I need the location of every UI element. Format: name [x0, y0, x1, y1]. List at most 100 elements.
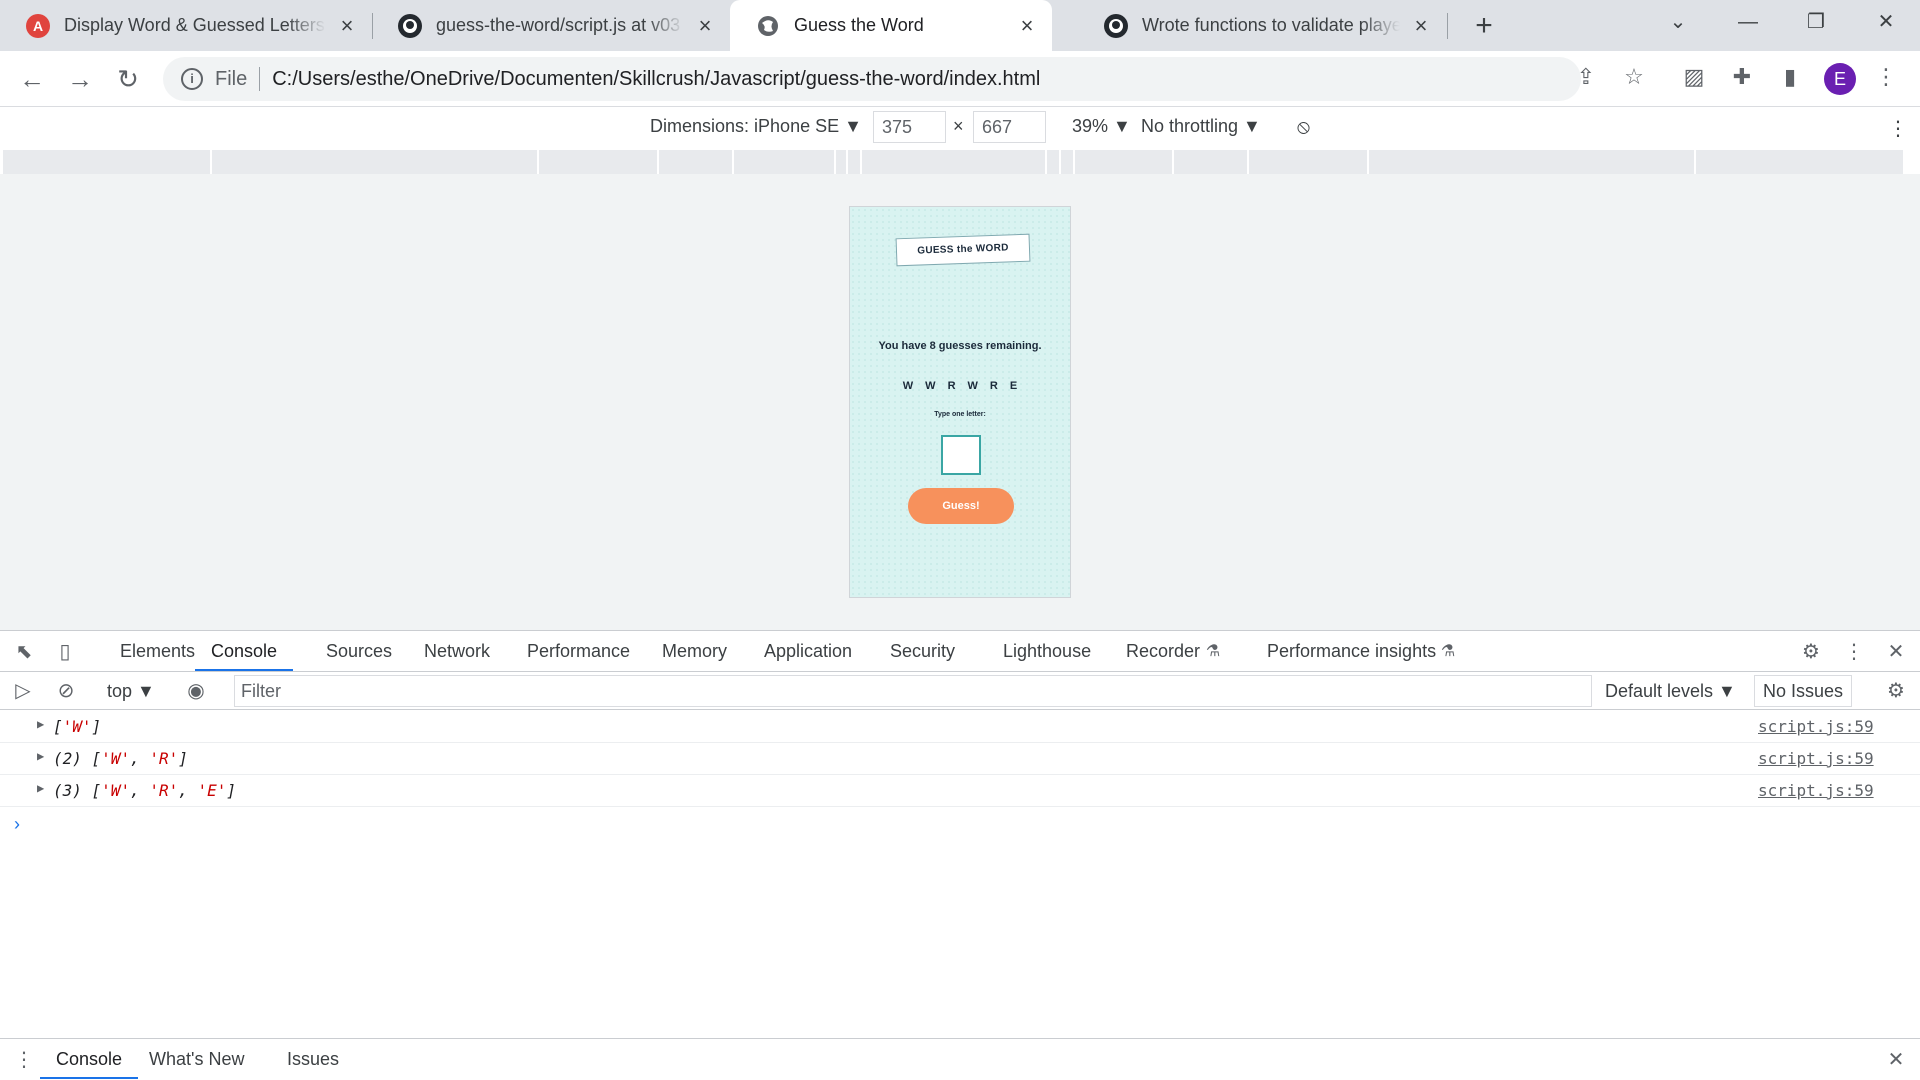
console-log-row[interactable]: ▶ (3) ['W', 'R', 'E'] script.js:59: [0, 775, 1920, 807]
browser-menu-icon[interactable]: ⋮: [1870, 61, 1902, 93]
file-scheme-label: File: [215, 67, 248, 90]
devtools-drawer: ⋮ Console What's New Issues ✕: [0, 1038, 1920, 1080]
tab-application[interactable]: Application: [764, 631, 852, 671]
back-arrow-icon[interactable]: ←: [14, 61, 50, 97]
height-input[interactable]: 667: [973, 111, 1046, 143]
device-toggle-icon[interactable]: ▯: [52, 639, 78, 665]
tab-separator: [1447, 13, 1448, 39]
tab-strip: A Display Word & Guessed Letters × guess…: [0, 0, 1920, 51]
throttling-select[interactable]: No throttling ▼: [1141, 116, 1261, 137]
console-settings-gear-icon[interactable]: ⚙: [1883, 678, 1909, 704]
tab-performance-insights[interactable]: Performance insights: [1267, 631, 1436, 671]
restore-icon[interactable]: ❐: [1786, 0, 1846, 44]
window-close-icon[interactable]: ✕: [1856, 0, 1916, 44]
console-log-row[interactable]: ▶ ['W'] script.js:59: [0, 711, 1920, 743]
bookmark-star-icon[interactable]: ☆: [1618, 61, 1650, 93]
browser-tab-github-commit[interactable]: Wrote functions to validate player ×: [1078, 0, 1446, 51]
zoom-select[interactable]: 39% ▼: [1072, 116, 1131, 137]
context-select[interactable]: top ▼: [107, 678, 155, 704]
close-tab-icon[interactable]: ×: [1016, 14, 1038, 37]
word-in-progress: W W R W R E: [850, 380, 1070, 392]
tab-title: Guess the Word: [794, 15, 924, 35]
filter-input[interactable]: Filter: [234, 675, 1592, 707]
side-panel-icon[interactable]: ▮: [1774, 61, 1806, 93]
tab-memory[interactable]: Memory: [662, 631, 727, 671]
url-text[interactable]: C:/Users/esthe/OneDrive/Documenten/Skill…: [272, 68, 1040, 91]
extensions-puzzle-icon[interactable]: ✚: [1726, 61, 1758, 93]
issues-counter[interactable]: No Issues: [1754, 675, 1852, 707]
tab-elements[interactable]: Elements: [120, 631, 195, 671]
array-item: 'E': [197, 781, 227, 800]
source-link[interactable]: script.js:59: [1758, 749, 1874, 768]
expand-triangle-icon[interactable]: ▶: [37, 749, 44, 763]
inspect-element-icon[interactable]: ⬉: [11, 639, 37, 665]
drawer-tab-console[interactable]: Console: [40, 1039, 139, 1079]
forward-arrow-icon[interactable]: →: [62, 61, 98, 97]
share-icon[interactable]: ⇪: [1570, 61, 1602, 93]
console-prompt-chevron-icon[interactable]: ›: [14, 814, 20, 835]
guess-button[interactable]: Guess!: [908, 488, 1014, 524]
live-expression-eye-icon[interactable]: ◉: [183, 678, 209, 704]
clear-console-icon[interactable]: ⊘: [53, 678, 79, 704]
reload-icon[interactable]: ↻: [110, 61, 146, 97]
settings-gear-icon[interactable]: ⚙: [1798, 639, 1824, 665]
devtools-menu-icon[interactable]: ⋮: [1841, 639, 1867, 665]
drawer-tab-whats-new[interactable]: What's New: [149, 1039, 244, 1079]
word-letter: R: [989, 380, 998, 392]
width-input[interactable]: 375: [873, 111, 946, 143]
acrobat-icon: A: [26, 13, 50, 38]
minimize-icon[interactable]: —: [1718, 0, 1778, 44]
media-query-bar[interactable]: [3, 150, 1917, 174]
close-tab-icon[interactable]: ×: [694, 14, 716, 37]
source-link[interactable]: script.js:59: [1758, 717, 1874, 736]
array-count: (3): [53, 781, 82, 800]
expand-triangle-icon[interactable]: ▶: [37, 717, 44, 731]
log-levels-select[interactable]: Default levels ▼: [1605, 678, 1736, 704]
close-tab-icon[interactable]: ×: [1410, 14, 1432, 37]
console-toolbar: ▷ ⊘ top ▼ ◉ Filter Default levels ▼ No I…: [0, 672, 1920, 710]
sidebar-toggle-icon[interactable]: ▷: [10, 678, 36, 704]
type-letter-label: Type one letter:: [934, 411, 986, 418]
tab-network[interactable]: Network: [424, 631, 490, 671]
console-messages: ▶ ['W'] script.js:59 ▶ (2) ['W', 'R'] sc…: [0, 711, 1920, 807]
close-devtools-icon[interactable]: ✕: [1883, 639, 1909, 665]
experiment-flask-icon: ⚗: [1440, 643, 1456, 660]
word-letter: E: [1009, 380, 1018, 392]
tab-search-chevron-icon[interactable]: ⌄: [1648, 0, 1708, 44]
source-link[interactable]: script.js:59: [1758, 781, 1874, 800]
browser-tab-github-script[interactable]: guess-the-word/script.js at v03 · ×: [372, 0, 730, 51]
new-tab-plus-icon[interactable]: +: [1466, 8, 1502, 44]
experiment-flask-icon: ⚗: [1205, 643, 1221, 660]
drawer-menu-icon[interactable]: ⋮: [11, 1047, 37, 1073]
omnibox-divider: [259, 67, 261, 91]
letter-input[interactable]: [941, 435, 981, 475]
array-item: 'W': [101, 749, 131, 768]
acrobat-extension-icon[interactable]: ▨: [1678, 61, 1710, 93]
address-bar[interactable]: i File C:/Users/esthe/OneDrive/Documente…: [163, 57, 1581, 101]
console-log-row[interactable]: ▶ (2) ['W', 'R'] script.js:59: [0, 743, 1920, 775]
browser-tab-display-word[interactable]: A Display Word & Guessed Letters ×: [0, 0, 372, 51]
word-letter: W: [902, 380, 914, 392]
remaining-guesses-text: You have 8 guesses remaining.: [878, 340, 1042, 352]
info-icon[interactable]: i: [181, 68, 203, 90]
tab-security[interactable]: Security: [890, 631, 955, 671]
rotate-icon[interactable]: ⦸: [1297, 116, 1310, 139]
tab-lighthouse[interactable]: Lighthouse: [1003, 631, 1091, 671]
array-item: 'R': [149, 781, 179, 800]
browser-tab-guess-the-word[interactable]: Guess the Word ×: [730, 0, 1052, 51]
tab-sources[interactable]: Sources: [326, 631, 392, 671]
emulated-viewport: GUESS the WORD You have 8 guesses remain…: [0, 174, 1920, 630]
device-toolbar-menu-icon[interactable]: ⋮: [1888, 116, 1908, 141]
game-logo: GUESS the WORD: [895, 233, 1031, 267]
drawer-tab-issues[interactable]: Issues: [287, 1039, 339, 1079]
dimensions-select[interactable]: Dimensions: iPhone SE ▼: [650, 116, 862, 137]
tab-performance[interactable]: Performance: [527, 631, 630, 671]
profile-avatar[interactable]: E: [1824, 63, 1856, 95]
expand-triangle-icon[interactable]: ▶: [37, 781, 44, 795]
array-item: 'W': [62, 717, 92, 736]
tab-recorder[interactable]: Recorder: [1126, 631, 1200, 671]
close-drawer-icon[interactable]: ✕: [1883, 1047, 1909, 1073]
github-icon: [398, 13, 422, 38]
close-tab-icon[interactable]: ×: [336, 14, 358, 37]
tab-console[interactable]: Console: [195, 631, 294, 671]
